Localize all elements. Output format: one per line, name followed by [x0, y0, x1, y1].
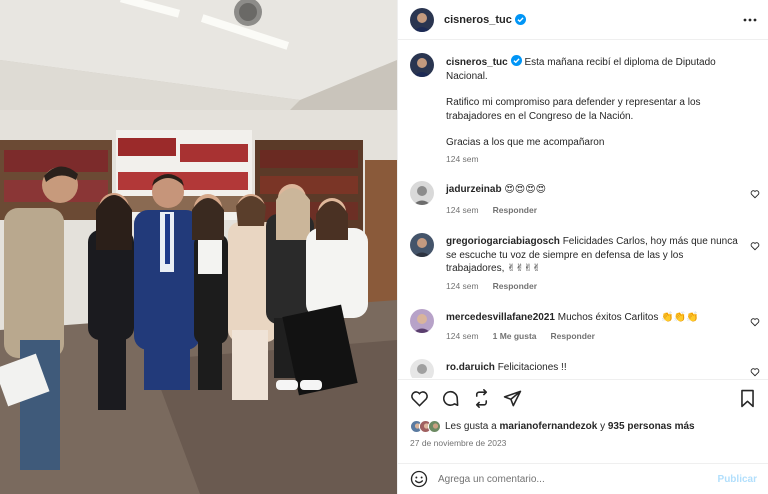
caption-avatar[interactable]	[410, 53, 434, 77]
comment-username[interactable]: ro.daruich	[446, 362, 495, 373]
comment-input[interactable]	[438, 473, 718, 485]
caption-line-3: Gracias a los que me acompañaron	[446, 137, 605, 148]
comment-item: ro.daruich Felicitaciones !!	[410, 359, 760, 378]
likes-count-link[interactable]: 935 personas más	[608, 421, 695, 432]
publish-button[interactable]: Publicar	[718, 474, 757, 485]
reply-button[interactable]: Responder	[493, 281, 537, 291]
comments-list[interactable]: cisneros_tuc Esta mañana recibí el diplo…	[398, 41, 768, 378]
likes-prefix: Les gusta a	[445, 421, 497, 432]
caption-meta: 124 sem	[446, 154, 479, 164]
share-send-icon[interactable]	[503, 389, 522, 408]
comment-meta: 124 sem Responder	[446, 205, 537, 215]
comment-username[interactable]: mercedesvillafane2021	[446, 312, 555, 323]
post-caption: cisneros_tuc Esta mañana recibí el diplo…	[410, 53, 760, 173]
add-comment-bar: Publicar	[398, 463, 768, 494]
more-options-icon[interactable]	[743, 13, 757, 27]
repost-icon[interactable]	[472, 389, 491, 408]
commenter-avatar[interactable]	[410, 233, 434, 257]
post-header: cisneros_tuc	[398, 0, 768, 40]
commenter-avatar[interactable]	[410, 309, 434, 333]
comment-username[interactable]: jadurzeinab	[446, 184, 502, 195]
comment-time[interactable]: 124 sem	[446, 205, 479, 215]
emoji-smiley-icon[interactable]	[410, 470, 428, 488]
comment-time[interactable]: 124 sem	[446, 281, 479, 291]
like-comment-heart-icon[interactable]	[750, 241, 760, 251]
comment-meta: 124 sem 1 Me gusta Responder	[446, 331, 595, 341]
comment-item: mercedesvillafane2021 Muchos éxitos Carl…	[410, 309, 760, 349]
likes-summary: Les gusta a marianofernandezok y 935 per…	[410, 420, 695, 433]
author-username[interactable]: cisneros_tuc	[444, 14, 512, 26]
like-heart-icon[interactable]	[410, 389, 429, 408]
comment-meta: 124 sem Responder	[446, 281, 537, 291]
post-photo[interactable]	[0, 0, 397, 494]
comment-text: 😍😍😍😍	[504, 184, 547, 195]
likes-user-link[interactable]: marianofernandezok	[500, 421, 598, 432]
group-photo	[0, 0, 397, 494]
comment-item: jadurzeinab 😍😍😍😍 124 sem Responder	[410, 181, 760, 221]
verified-badge-icon	[514, 14, 526, 25]
commenter-avatar[interactable]	[410, 181, 434, 205]
comment-time[interactable]: 124 sem	[446, 331, 479, 341]
comment-likes[interactable]: 1 Me gusta	[493, 331, 537, 341]
author-avatar[interactable]	[410, 7, 434, 32]
reply-button[interactable]: Responder	[493, 205, 537, 215]
instagram-post: cisneros_tuc cisneros_tuc Esta mañana re…	[0, 0, 768, 494]
verified-badge-icon	[510, 55, 522, 66]
comment-text: Muchos éxitos Carlitos 👏👏👏	[557, 312, 699, 323]
like-comment-heart-icon[interactable]	[750, 367, 760, 377]
commenter-avatar[interactable]	[410, 359, 434, 378]
comment-text: Felicitaciones !!	[497, 362, 567, 373]
likes-conjunction: y	[600, 421, 606, 432]
caption-time[interactable]: 124 sem	[446, 154, 479, 164]
reply-button[interactable]: Responder	[551, 331, 595, 341]
post-date[interactable]: 27 de noviembre de 2023	[410, 438, 506, 448]
caption-username[interactable]: cisneros_tuc	[446, 57, 508, 68]
post-panel: cisneros_tuc cisneros_tuc Esta mañana re…	[397, 0, 768, 494]
like-comment-heart-icon[interactable]	[750, 317, 760, 327]
comment-username[interactable]: gregoriogarciabiagosch	[446, 236, 560, 247]
comment-item: gregoriogarciabiagosch Felicidades Carlo…	[410, 233, 760, 297]
save-bookmark-icon[interactable]	[738, 389, 757, 408]
caption-line-2: Ratifico mi compromiso para defender y r…	[446, 97, 701, 122]
like-comment-heart-icon[interactable]	[750, 189, 760, 199]
action-icons	[410, 389, 522, 408]
liker-avatar	[428, 420, 441, 433]
likes-text: Les gusta a marianofernandezok y 935 per…	[445, 421, 695, 432]
comment-bubble-icon[interactable]	[441, 389, 460, 408]
